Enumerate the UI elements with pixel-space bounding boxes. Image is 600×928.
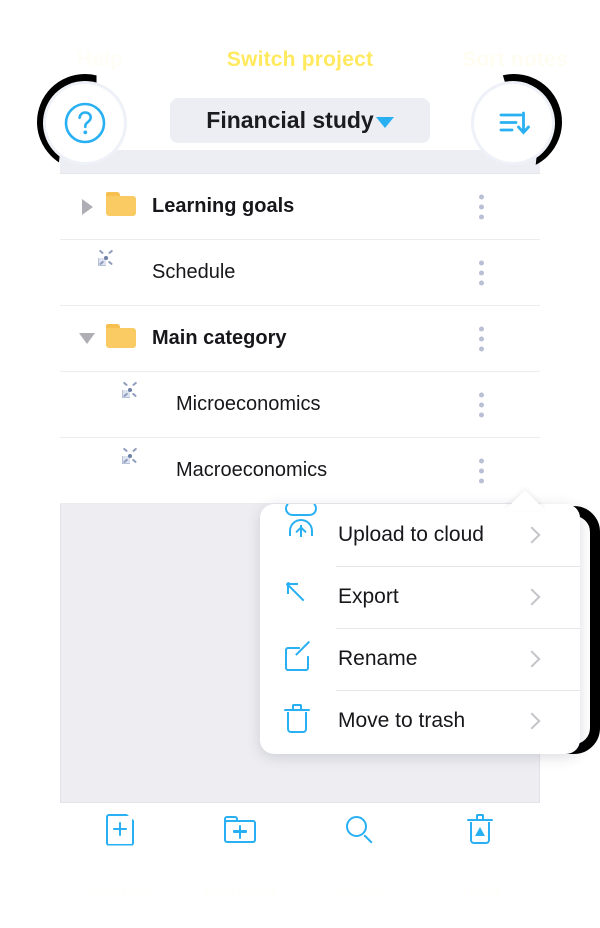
list-item[interactable]: Macroeconomics xyxy=(60,438,540,504)
menu-item-move-to-trash[interactable]: Move to trash xyxy=(260,690,580,752)
list-item[interactable]: Main category xyxy=(60,306,540,372)
mindmap-file-icon xyxy=(122,381,160,420)
new-note-button[interactable] xyxy=(60,803,180,857)
annotation-caption-help: Help xyxy=(76,48,124,71)
sort-descending-icon xyxy=(499,111,530,135)
folder-icon xyxy=(106,191,136,222)
help-button[interactable] xyxy=(46,84,124,162)
more-vertical-icon[interactable] xyxy=(469,254,494,291)
search-icon xyxy=(345,815,375,845)
list-item-label: Microeconomics xyxy=(176,393,321,415)
menu-item-export[interactable]: Export xyxy=(260,566,580,628)
list-item-label: Macroeconomics xyxy=(176,459,328,481)
project-switcher-button[interactable]: Financial study xyxy=(170,98,430,143)
menu-item-label: Upload to cloud xyxy=(338,523,484,546)
bottom-toolbar xyxy=(60,802,540,856)
app-screen: Help Switch project Sort notes Financial… xyxy=(0,0,600,928)
new-folder-button[interactable] xyxy=(180,803,300,857)
chevron-right-icon xyxy=(523,712,541,730)
trash-icon xyxy=(284,704,318,738)
context-menu-pointer xyxy=(505,490,545,510)
list-item[interactable]: Microeconomics xyxy=(60,372,540,438)
menu-item-upload-to-cloud[interactable]: Upload to cloud xyxy=(260,504,580,566)
list-item-label: Schedule xyxy=(152,261,236,283)
caret-down-icon xyxy=(375,117,394,128)
chevron-down-icon[interactable] xyxy=(76,333,98,344)
folder-icon xyxy=(106,323,136,354)
toolbar-label-new-note: New note xyxy=(88,884,152,901)
list-item-label: Main category xyxy=(152,327,287,349)
menu-item-label: Rename xyxy=(338,647,418,670)
export-icon xyxy=(284,580,318,614)
sort-button[interactable] xyxy=(474,84,552,162)
mindmap-file-icon xyxy=(98,249,136,288)
chevron-right-icon xyxy=(523,650,541,668)
annotation-caption-switch: Switch project xyxy=(226,48,374,71)
chevron-right-icon[interactable] xyxy=(76,199,98,215)
list-item[interactable]: Learning goals xyxy=(60,174,540,240)
new-file-icon xyxy=(106,813,134,846)
new-folder-icon xyxy=(224,816,256,843)
toolbar-label-trash: Trash xyxy=(461,884,499,901)
context-menu: Upload to cloud Export Rename Move to tr… xyxy=(260,504,580,754)
search-button[interactable] xyxy=(300,803,420,857)
project-name-label: Financial study xyxy=(206,107,374,133)
toolbar-label-search: Search xyxy=(336,884,384,901)
toolbar-label-new-folder: New folder xyxy=(204,884,276,901)
list-header-strip xyxy=(60,150,540,173)
list-item[interactable]: Schedule xyxy=(60,240,540,306)
menu-item-label: Move to trash xyxy=(338,709,466,732)
annotation-caption-sort: Sort notes xyxy=(462,48,568,71)
file-list: Learning goals Schedule Main category Mi… xyxy=(60,173,540,504)
mindmap-file-icon xyxy=(122,447,160,486)
more-vertical-icon[interactable] xyxy=(469,320,494,357)
chevron-right-icon xyxy=(523,526,541,544)
edit-pencil-icon xyxy=(284,640,318,676)
more-vertical-icon[interactable] xyxy=(469,452,494,489)
cloud-upload-icon xyxy=(284,504,318,552)
recycle-bin-icon xyxy=(467,814,493,845)
chevron-right-icon xyxy=(523,588,541,606)
menu-item-label: Export xyxy=(338,585,399,608)
question-mark-circle-icon xyxy=(64,102,106,144)
trash-button[interactable] xyxy=(420,803,540,857)
menu-item-rename[interactable]: Rename xyxy=(260,628,580,690)
list-item-label: Learning goals xyxy=(152,195,295,217)
more-vertical-icon[interactable] xyxy=(469,188,494,225)
more-vertical-icon[interactable] xyxy=(469,386,494,423)
